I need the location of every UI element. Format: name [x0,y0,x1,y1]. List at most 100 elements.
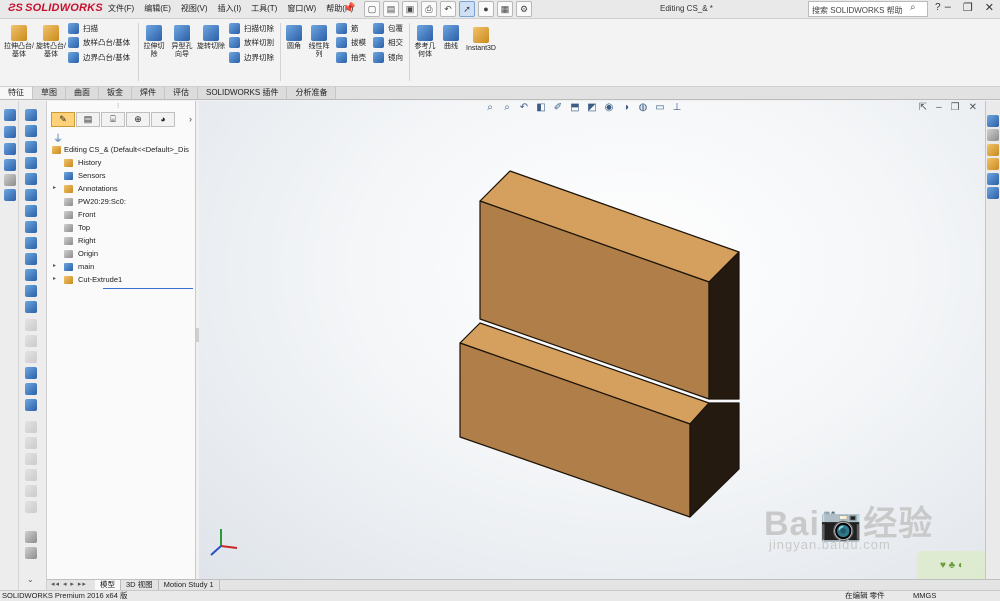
menu-file[interactable]: 文件(F) [108,3,134,14]
expand-arrow-icon[interactable]: ▸ [53,182,56,195]
options-gear-icon[interactable]: ⚙ [516,1,532,17]
shell-side-icon[interactable] [25,253,37,265]
new-document-icon[interactable]: ▢ [364,1,380,17]
line-tool-icon[interactable] [4,126,16,138]
search-icon[interactable]: ⌕ [910,2,916,13]
rebuild-icon[interactable]: ● [478,1,494,17]
sketch-picture-icon[interactable] [25,531,37,543]
tab-solidworks-addins[interactable]: SOLIDWORKS 插件 [198,87,288,99]
chevron-down-icon[interactable]: ⌄ [27,575,34,584]
tab-scroll-arrows[interactable]: ◂◂ ◂ ▸ ▸▸ [47,580,95,590]
print-icon[interactable]: ⎙ [421,1,437,17]
tree-node-history[interactable]: History [47,156,196,169]
chamfer-icon[interactable] [25,237,37,249]
revolve-boss-button[interactable]: 旋转凸台/基体 [36,25,66,59]
extrude-boss-button[interactable]: 拉伸凸台/基体 [4,25,34,59]
rib-button[interactable]: 筋 [336,23,359,34]
swept-cut-button[interactable]: 扫描切除 [229,23,274,34]
tree-root[interactable]: Editing CS_& (Default<<Default>_Dis [47,143,196,156]
hole-icon[interactable] [25,189,37,201]
tab-weldments[interactable]: 焊件 [132,87,165,99]
point-icon[interactable] [4,159,16,171]
tree-node-front[interactable]: Front [47,208,196,221]
instant3d-button[interactable]: Instant3D [464,27,498,53]
mirror-side-icon[interactable] [25,285,37,297]
tab-analysis-prep[interactable]: 分析准备 [287,87,337,99]
tab-sketch[interactable]: 草图 [33,87,66,99]
loft-button[interactable]: 放样凸台/基体 [68,37,130,48]
display-delete-icon[interactable] [4,189,16,201]
extrude-down-icon[interactable] [25,157,37,169]
open-folder-icon[interactable]: ▤ [383,1,399,17]
expand-arrow-icon[interactable]: ▸ [53,260,56,273]
fillet-button[interactable]: 圆角 [284,25,304,51]
sweep-icon[interactable] [25,141,37,153]
view-palette-icon[interactable] [987,158,999,170]
intersect-button[interactable]: 相交 [373,37,403,48]
menu-edit[interactable]: 编辑(E) [144,3,171,14]
sketch-tool-icon[interactable] [4,109,16,121]
reference-icon[interactable] [25,383,37,395]
fillet-side-icon[interactable] [25,221,37,233]
dimxpert-tab-icon[interactable]: ⊕ [126,112,150,127]
file-explorer-icon[interactable] [987,144,999,156]
reference-geometry-button[interactable]: 参考几何体 [412,25,438,59]
solidworks-logo[interactable]: ƧS SOLIDWORKS [8,2,103,14]
expand-arrow-icon[interactable]: ▸ [53,273,56,286]
panel-grip-icon[interactable]: ⁝ [117,102,119,110]
close-icon[interactable]: ✕ [985,1,994,14]
tab-surfaces[interactable]: 曲面 [66,87,99,99]
pin-icon[interactable]: 📌 [343,3,355,14]
boundary-boss-button[interactable]: 边界凸台/基体 [68,52,130,63]
tree-node-sensors[interactable]: Sensors [47,169,196,182]
restore-icon[interactable]: ❐ [963,1,973,14]
extrude-cut-button[interactable]: 拉伸切除 [141,25,167,59]
menu-view[interactable]: 视图(V) [181,3,208,14]
displaymanager-tab-icon[interactable]: ◕ [151,112,175,127]
home-icon[interactable] [987,115,999,127]
chevron-right-icon[interactable]: › [189,114,192,124]
draft-button[interactable]: 拔模 [336,37,366,48]
boundary-cut-button[interactable]: 边界切除 [229,52,274,63]
hole-wizard-button[interactable]: 异型孔向导 [169,25,195,59]
tab-sheet-metal[interactable]: 钣金 [99,87,132,99]
shell-button[interactable]: 抽壳 [336,52,366,63]
propertymanager-tab-icon[interactable]: ▤ [76,112,100,127]
rollback-bar[interactable] [103,288,193,289]
tab-3d-views[interactable]: 3D 视图 [121,580,159,590]
tree-node-right[interactable]: Right [47,234,196,247]
tab-features[interactable]: 特征 [0,87,33,99]
wrap-button[interactable]: 包覆 [373,23,403,34]
tree-node-origin[interactable]: Origin [47,247,196,260]
tree-node-annotations[interactable]: ▸ Annotations [47,182,196,195]
custom-properties-icon[interactable] [987,187,999,199]
linear-pattern-button[interactable]: 线性阵列 [306,25,332,59]
block-icon[interactable] [25,367,37,379]
lofted-cut-button[interactable]: 放样切割 [229,37,274,48]
mirror-button[interactable]: 镜向 [373,52,403,63]
revolve-icon[interactable] [25,125,37,137]
extrude-icon[interactable] [25,109,37,121]
undo-icon[interactable]: ↶ [440,1,456,17]
configurationmanager-tab-icon[interactable]: ⌸ [101,112,125,127]
menu-window[interactable]: 窗口(W) [287,3,316,14]
status-units[interactable]: MMGS [913,591,936,601]
tab-motion-study[interactable]: Motion Study 1 [159,580,220,590]
tree-node-main[interactable]: ▸ main [47,260,196,273]
sweep-button[interactable]: 扫描 [68,23,98,34]
relations-icon[interactable] [4,174,16,186]
appearances-icon[interactable] [987,173,999,185]
tree-node-pw20-29-sc0[interactable]: PW20:29:Sc0: [47,195,196,208]
graphics-area[interactable]: ⌕ ⌕ ↶ ◧ ✐ ⬒ ◩ ◉ ◑ ◍ ▭ ⊥ ⇱ – ❐ ✕ Bai📷经验 j… [199,101,985,579]
design-library-icon[interactable] [987,129,999,141]
menu-tools[interactable]: 工具(T) [251,3,277,14]
file-properties-icon[interactable]: ▦ [497,1,513,17]
tree-node-cut-extrude1[interactable]: ▸ Cut-Extrude1 [47,273,196,286]
tab-evaluate[interactable]: 评估 [165,87,198,99]
select-cursor-icon[interactable]: ➚ [459,1,475,17]
curve-icon[interactable] [25,399,37,411]
minimize-icon[interactable]: – [945,1,951,14]
pattern-icon[interactable] [25,269,37,281]
save-icon[interactable]: ▣ [402,1,418,17]
help-question-icon[interactable]: ? [935,2,941,13]
